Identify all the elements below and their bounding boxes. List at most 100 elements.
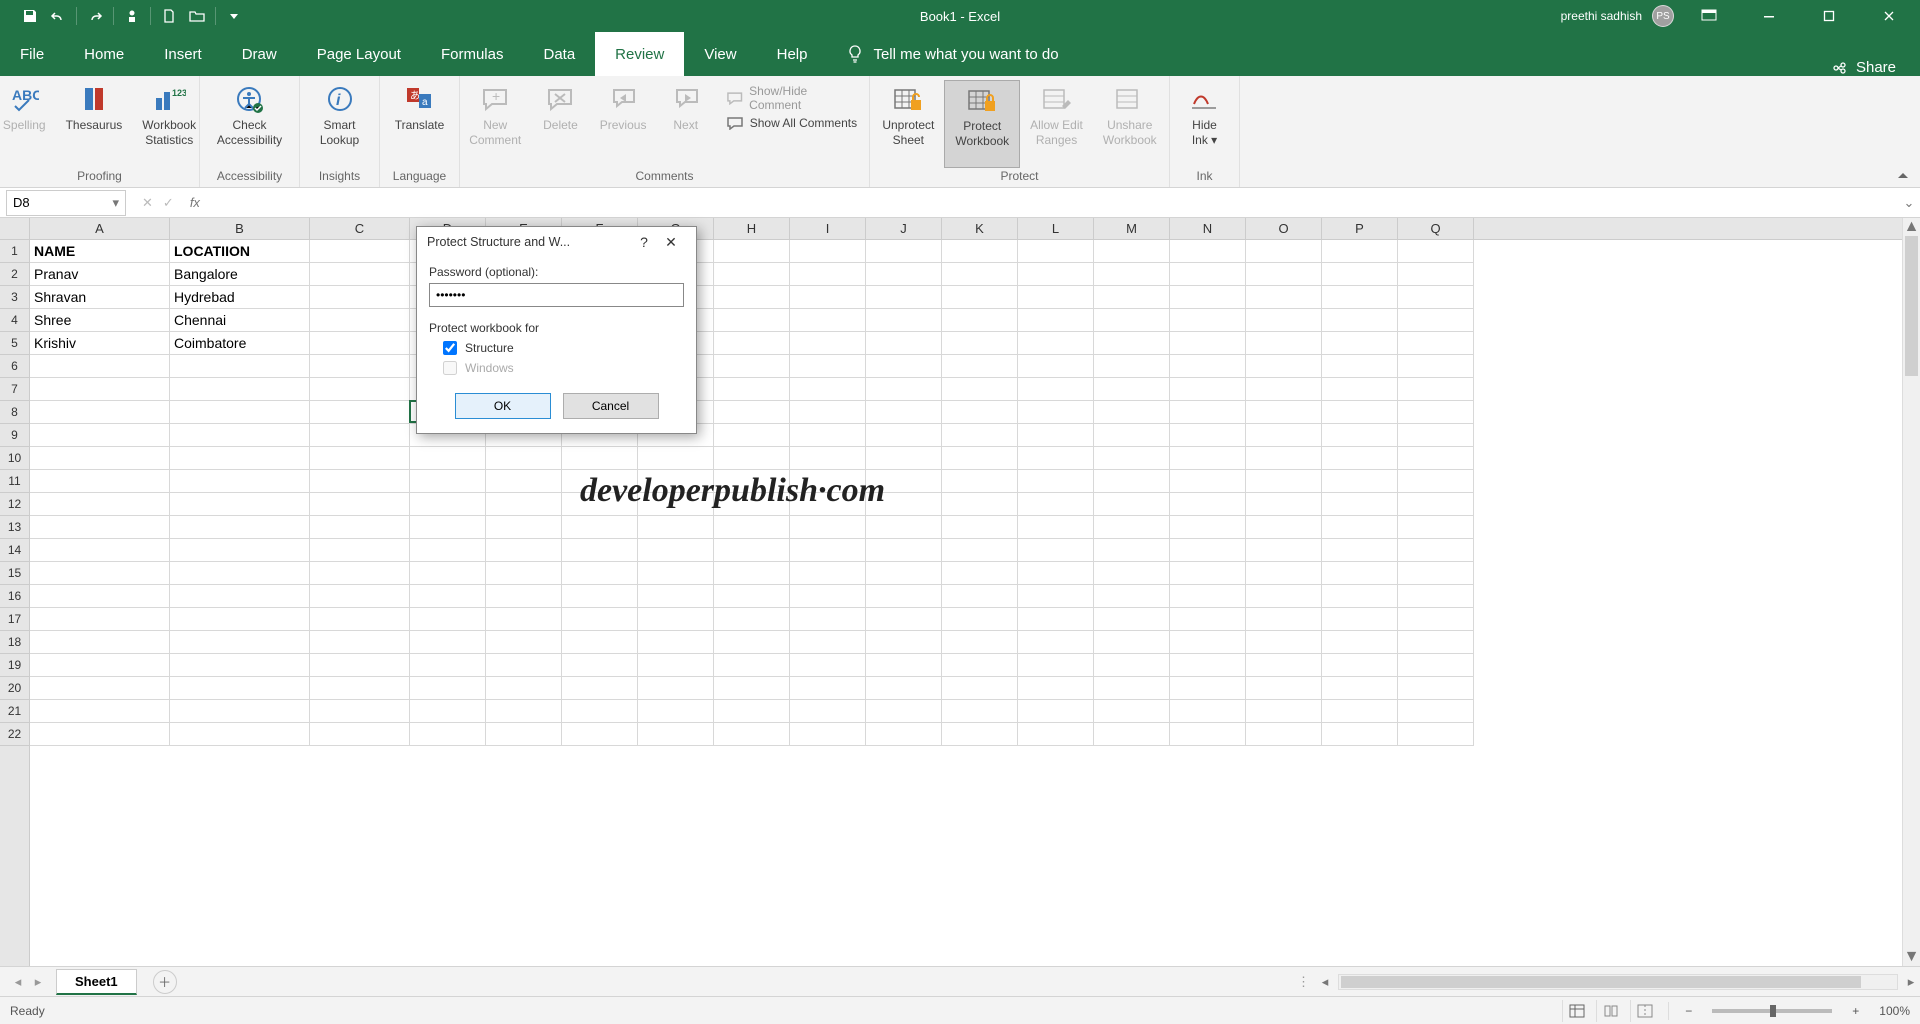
cell[interactable] xyxy=(1398,470,1474,493)
cell[interactable] xyxy=(1398,585,1474,608)
cell[interactable] xyxy=(942,654,1018,677)
cell[interactable] xyxy=(866,286,942,309)
cell[interactable] xyxy=(866,677,942,700)
formula-input[interactable] xyxy=(210,190,1898,216)
cell[interactable] xyxy=(170,470,310,493)
cell[interactable] xyxy=(562,723,638,746)
cell[interactable] xyxy=(1246,585,1322,608)
structure-checkbox[interactable] xyxy=(443,341,457,355)
cell[interactable] xyxy=(1094,332,1170,355)
cell[interactable] xyxy=(562,631,638,654)
column-header[interactable]: I xyxy=(790,218,866,239)
cell[interactable] xyxy=(1170,309,1246,332)
show-hide-comment-button[interactable]: Show/Hide Comment xyxy=(726,84,859,112)
zoom-level[interactable]: 100% xyxy=(1871,1004,1910,1018)
cell[interactable] xyxy=(310,424,410,447)
row-header[interactable]: 7 xyxy=(0,378,29,401)
cell[interactable] xyxy=(866,401,942,424)
cell[interactable] xyxy=(30,516,170,539)
cell[interactable] xyxy=(942,608,1018,631)
cell[interactable] xyxy=(790,516,866,539)
cell[interactable] xyxy=(1398,401,1474,424)
name-box[interactable]: D8 ▾ xyxy=(6,190,126,216)
cell[interactable] xyxy=(1246,631,1322,654)
cell[interactable] xyxy=(1246,286,1322,309)
cell[interactable] xyxy=(942,585,1018,608)
minimize-icon[interactable] xyxy=(1744,0,1794,32)
cell[interactable] xyxy=(638,447,714,470)
cell[interactable] xyxy=(1094,539,1170,562)
cell[interactable] xyxy=(562,447,638,470)
cell[interactable] xyxy=(1322,286,1398,309)
cell[interactable] xyxy=(790,700,866,723)
cell[interactable] xyxy=(1170,378,1246,401)
unshare-workbook-button[interactable]: Unshare Workbook xyxy=(1093,80,1167,168)
cell[interactable] xyxy=(562,677,638,700)
cell[interactable] xyxy=(1322,585,1398,608)
cell[interactable] xyxy=(1322,677,1398,700)
cancel-button[interactable]: Cancel xyxy=(563,393,659,419)
cell[interactable] xyxy=(1322,263,1398,286)
cell[interactable] xyxy=(942,677,1018,700)
share-button[interactable]: Share xyxy=(1808,59,1920,76)
cell[interactable] xyxy=(1246,608,1322,631)
cell[interactable] xyxy=(790,447,866,470)
cell[interactable] xyxy=(310,401,410,424)
cell[interactable] xyxy=(170,562,310,585)
maximize-icon[interactable] xyxy=(1804,0,1854,32)
cell[interactable] xyxy=(1018,263,1094,286)
cell[interactable] xyxy=(310,447,410,470)
scroll-right-icon[interactable]: ▸ xyxy=(1902,974,1920,990)
cell[interactable] xyxy=(486,562,562,585)
cell[interactable] xyxy=(942,401,1018,424)
cell[interactable] xyxy=(866,332,942,355)
previous-comment-button[interactable]: Previous xyxy=(590,80,655,168)
cell[interactable] xyxy=(1246,470,1322,493)
cell[interactable] xyxy=(942,631,1018,654)
cell[interactable] xyxy=(170,424,310,447)
cell[interactable] xyxy=(714,539,790,562)
dialog-close-icon[interactable]: ✕ xyxy=(656,234,686,251)
windows-checkbox-row[interactable]: Windows xyxy=(443,361,684,375)
cell[interactable] xyxy=(790,654,866,677)
cell[interactable] xyxy=(410,677,486,700)
cell[interactable]: Krishiv xyxy=(30,332,170,355)
tab-help[interactable]: Help xyxy=(757,32,828,76)
user-avatar[interactable]: PS xyxy=(1652,5,1674,27)
scroll-left-icon[interactable]: ◂ xyxy=(1316,974,1334,990)
cell[interactable] xyxy=(714,654,790,677)
cell[interactable] xyxy=(1018,516,1094,539)
hscroll-splitter-icon[interactable]: ⋮ xyxy=(1291,974,1316,990)
cell[interactable] xyxy=(30,677,170,700)
row-header[interactable]: 8 xyxy=(0,401,29,424)
cell[interactable] xyxy=(310,470,410,493)
cell[interactable] xyxy=(486,608,562,631)
cell[interactable] xyxy=(486,654,562,677)
cell[interactable] xyxy=(942,355,1018,378)
cell[interactable] xyxy=(486,700,562,723)
tab-home[interactable]: Home xyxy=(64,32,144,76)
cell[interactable] xyxy=(1018,677,1094,700)
cell[interactable] xyxy=(714,401,790,424)
cell[interactable] xyxy=(1398,631,1474,654)
cell[interactable] xyxy=(562,562,638,585)
cell[interactable] xyxy=(30,447,170,470)
cell[interactable] xyxy=(170,401,310,424)
cell[interactable] xyxy=(1094,654,1170,677)
cell[interactable] xyxy=(30,493,170,516)
cell[interactable] xyxy=(310,723,410,746)
new-file-icon[interactable] xyxy=(157,4,181,28)
cell[interactable] xyxy=(1246,378,1322,401)
cell[interactable] xyxy=(638,539,714,562)
column-header[interactable]: A xyxy=(30,218,170,239)
cell[interactable] xyxy=(1398,447,1474,470)
cell[interactable] xyxy=(1170,585,1246,608)
cell[interactable] xyxy=(638,631,714,654)
cell[interactable] xyxy=(866,424,942,447)
cell[interactable] xyxy=(1322,470,1398,493)
vertical-scrollbar[interactable]: ▲ ▼ xyxy=(1902,218,1920,966)
cell[interactable]: Pranav xyxy=(30,263,170,286)
cell[interactable] xyxy=(562,700,638,723)
qat-customize-icon[interactable] xyxy=(222,4,246,28)
cell[interactable] xyxy=(714,677,790,700)
